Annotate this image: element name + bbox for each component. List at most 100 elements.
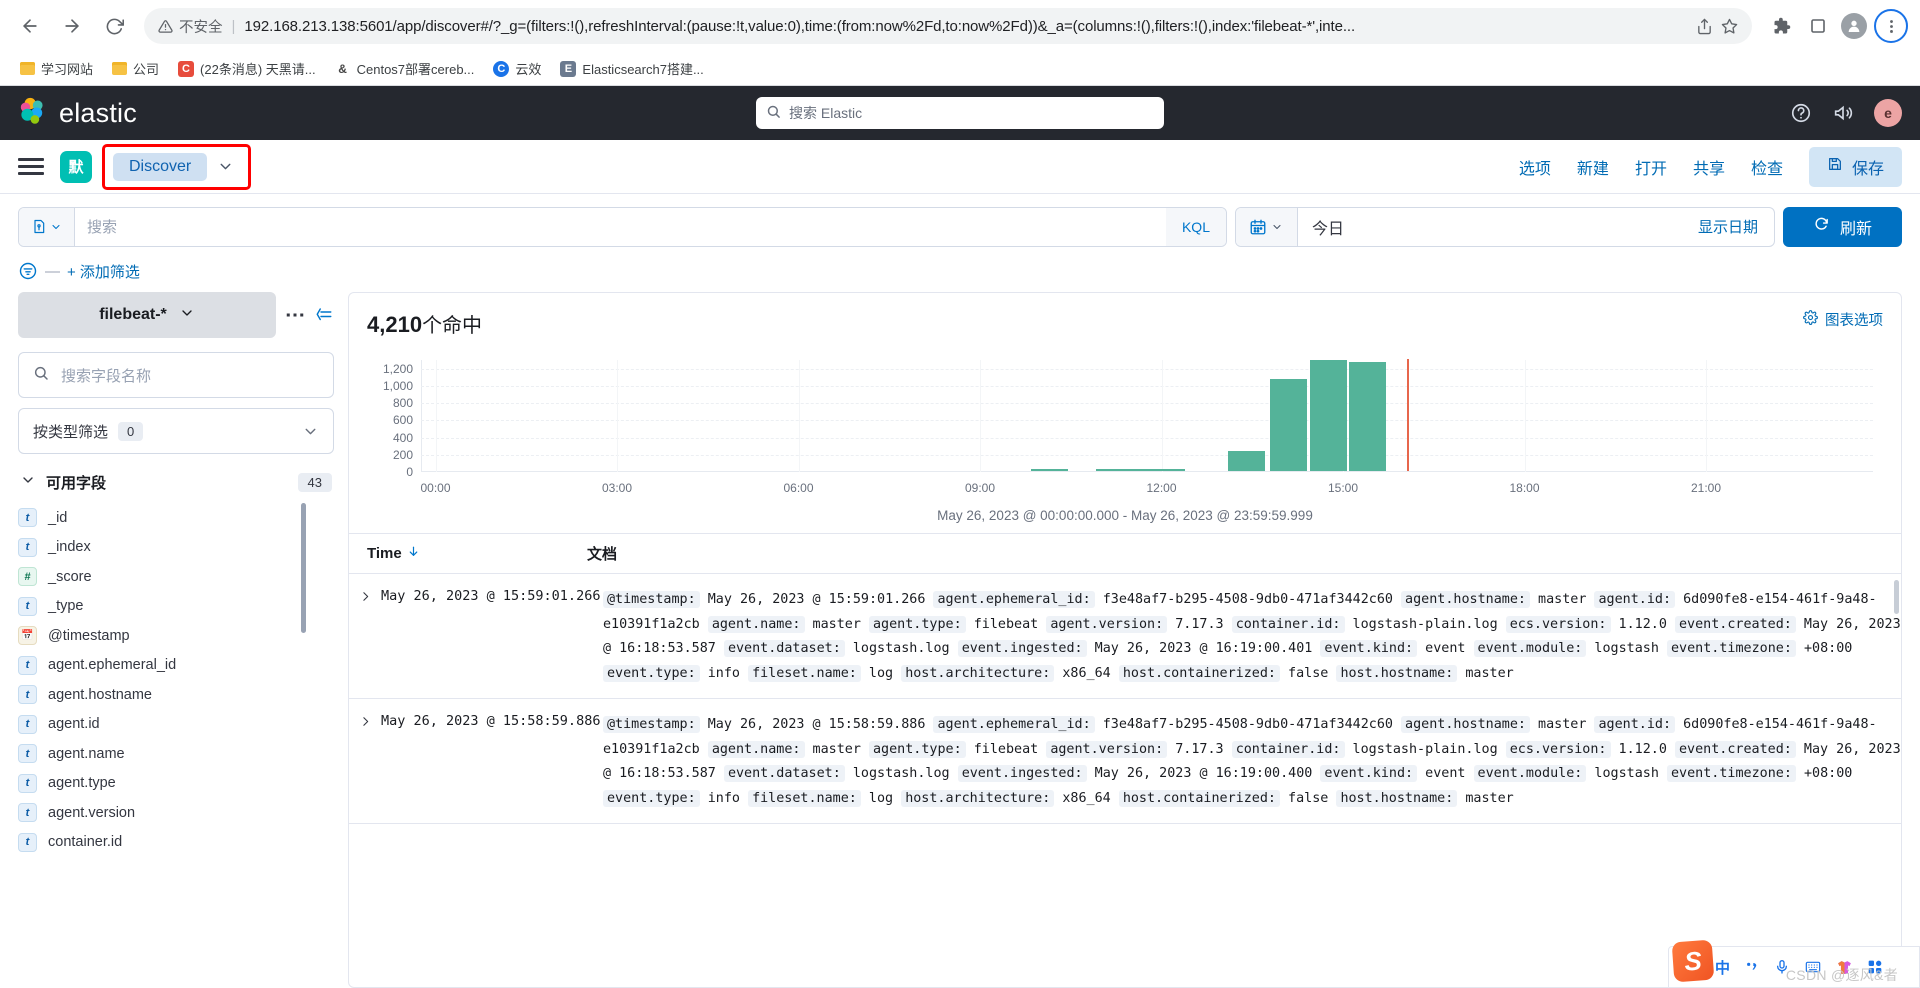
doc-field-value: master [1529, 717, 1595, 732]
doc-field-value: logstash-plain.log [1344, 616, 1506, 632]
punctuation-icon[interactable] [1744, 959, 1760, 975]
bookmark-item[interactable]: 公司 [104, 56, 167, 81]
chart-options-button[interactable]: 图表选项 [1803, 309, 1883, 330]
bookmark-label: 公司 [133, 62, 160, 77]
histogram-bar[interactable] [1309, 359, 1347, 471]
elastic-global-header: elastic 搜索 Elastic e [0, 86, 1920, 140]
saved-query-icon[interactable] [19, 207, 75, 246]
filter-by-type-button[interactable]: 按类型筛选 0 [18, 408, 334, 454]
field-list-item[interactable]: 📅 @timestamp [18, 621, 334, 651]
grid-line-vertical [1524, 360, 1526, 472]
calendar-icon[interactable] [1235, 207, 1298, 246]
help-circle-icon[interactable] [1790, 102, 1812, 124]
doc-field-value: master [1457, 665, 1514, 681]
index-pattern-selector[interactable]: filebeat-* [18, 292, 276, 338]
field-list-item[interactable]: t agent.version [18, 798, 334, 828]
search-icon [33, 365, 49, 386]
field-type-string-icon: t [18, 596, 37, 616]
doc-field-key: host.containerized: [1118, 664, 1280, 682]
search-input[interactable]: 搜索 [75, 216, 1166, 237]
grid-line [421, 368, 1873, 370]
column-header-time[interactable]: Time [367, 545, 587, 562]
address-bar-url[interactable]: 192.168.213.138:5601/app/discover#/?_g=(… [244, 18, 1688, 35]
field-list-item[interactable]: t _type [18, 592, 334, 622]
bookmark-item[interactable]: 学习网站 [12, 56, 101, 81]
query-bar: 搜索 KQL 今日 显示日期 刷新 [0, 194, 1920, 250]
space-avatar[interactable]: 默 [60, 150, 92, 183]
field-list-item[interactable]: # _score [18, 562, 334, 592]
collapse-sidebar-icon[interactable] [314, 306, 334, 324]
date-range-value[interactable]: 今日 [1298, 215, 1698, 239]
bookmark-item[interactable]: E Elasticsearch7搭建... [552, 56, 711, 81]
add-filter-button[interactable]: + 添加筛选 [67, 261, 140, 282]
bookmark-star-icon[interactable] [1721, 18, 1738, 35]
field-list-item[interactable]: t agent.id [18, 710, 334, 740]
filter-icon[interactable] [18, 261, 38, 281]
back-button[interactable] [12, 8, 48, 44]
share-icon[interactable] [1696, 18, 1713, 35]
field-list-item[interactable]: t _id [18, 503, 334, 533]
histogram-bar[interactable] [1270, 378, 1308, 471]
more-horizontal-icon[interactable] [286, 311, 304, 319]
doc-field-key: event.timezone: [1666, 765, 1796, 782]
nav-inspect-button[interactable]: 检查 [1751, 155, 1783, 179]
histogram-chart[interactable]: 0 200 400 600 800 1,000 1,200 00:00 03:00 06:00 09… [383, 359, 1873, 495]
doc-field-key: agent.ephemeral_id: [933, 716, 1095, 733]
doc-field-key: agent.id: [1594, 716, 1676, 733]
nav-new-button[interactable]: 新建 [1577, 155, 1609, 179]
histogram-bar[interactable] [1228, 450, 1266, 471]
histogram-bar[interactable] [1148, 468, 1186, 471]
ime-mode-label[interactable]: 中 [1715, 957, 1730, 978]
chevron-right-icon[interactable] [349, 713, 381, 811]
table-row[interactable]: May 26, 2023 @ 15:58:59.886 @timestamp: … [349, 699, 1901, 824]
doc-field-key: event.kind: [1320, 765, 1418, 782]
side-panel-icon[interactable] [1802, 10, 1834, 42]
sogou-logo-icon[interactable]: S [1671, 939, 1715, 983]
available-fields-header[interactable]: 可用字段 43 [18, 468, 334, 503]
doc-field-value: false [1280, 665, 1337, 681]
chevron-down-icon[interactable] [217, 158, 234, 175]
bookmark-item[interactable]: & Centos7部署cereb... [327, 56, 483, 81]
refresh-icon [1813, 216, 1830, 238]
nav-open-button[interactable]: 打开 [1635, 155, 1667, 179]
histogram-bar[interactable] [1030, 468, 1068, 471]
field-search-input[interactable]: 搜索字段名称 [18, 352, 334, 398]
doc-field-key: agent.ephemeral_id: [933, 591, 1095, 608]
breadcrumb-discover[interactable]: Discover [113, 152, 208, 181]
refresh-button[interactable]: 刷新 [1782, 206, 1902, 247]
bookmarks-bar: 学习网站 公司 C (22条消息) 天黑请... & Centos7部署cereb.… [0, 52, 1920, 86]
save-button[interactable]: 保存 [1808, 146, 1902, 187]
elastic-logo-link[interactable]: elastic [18, 96, 137, 131]
extensions-icon[interactable] [1766, 10, 1798, 42]
field-list-item[interactable]: t _index [18, 533, 334, 563]
doc-field-value: May 26, 2023 @ 16:19:00.400 [1086, 766, 1321, 781]
reload-button[interactable] [96, 8, 132, 44]
announcement-icon[interactable] [1832, 102, 1854, 124]
field-list-scrollbar[interactable] [301, 503, 306, 633]
table-row[interactable]: May 26, 2023 @ 15:59:01.266 @timestamp: … [349, 574, 1901, 699]
user-avatar[interactable]: e [1874, 99, 1902, 127]
nav-share-button[interactable]: 共享 [1693, 155, 1725, 179]
field-list-item[interactable]: t agent.type [18, 769, 334, 799]
bookmark-item[interactable]: C (22条消息) 天黑请... [170, 56, 324, 81]
chrome-menu-button[interactable] [1874, 9, 1908, 43]
field-type-number-icon: # [18, 567, 37, 587]
forward-button[interactable] [54, 8, 90, 44]
doc-field-key: event.created: [1675, 740, 1796, 758]
table-scrollbar[interactable] [1894, 580, 1899, 614]
histogram-bar[interactable] [1348, 362, 1386, 471]
bookmark-item[interactable]: C 云效 [485, 56, 549, 81]
show-dates-button[interactable]: 显示日期 [1698, 216, 1774, 237]
query-language-button[interactable]: KQL [1165, 207, 1226, 246]
profile-button[interactable] [1838, 10, 1870, 42]
global-search-input[interactable]: 搜索 Elastic [756, 97, 1164, 129]
nav-options-button[interactable]: 选项 [1519, 155, 1551, 179]
field-list-item[interactable]: t agent.ephemeral_id [18, 651, 334, 681]
field-list-item[interactable]: t agent.hostname [18, 680, 334, 710]
field-list-item[interactable]: t agent.name [18, 739, 334, 769]
hamburger-menu-icon[interactable] [18, 158, 44, 175]
chevron-right-icon[interactable] [349, 588, 381, 686]
field-list-item[interactable]: t container.id [18, 828, 334, 858]
doc-field-key: fileset.name: [748, 789, 861, 807]
address-bar[interactable]: 不安全 | 192.168.213.138:5601/app/discover#… [144, 8, 1752, 44]
